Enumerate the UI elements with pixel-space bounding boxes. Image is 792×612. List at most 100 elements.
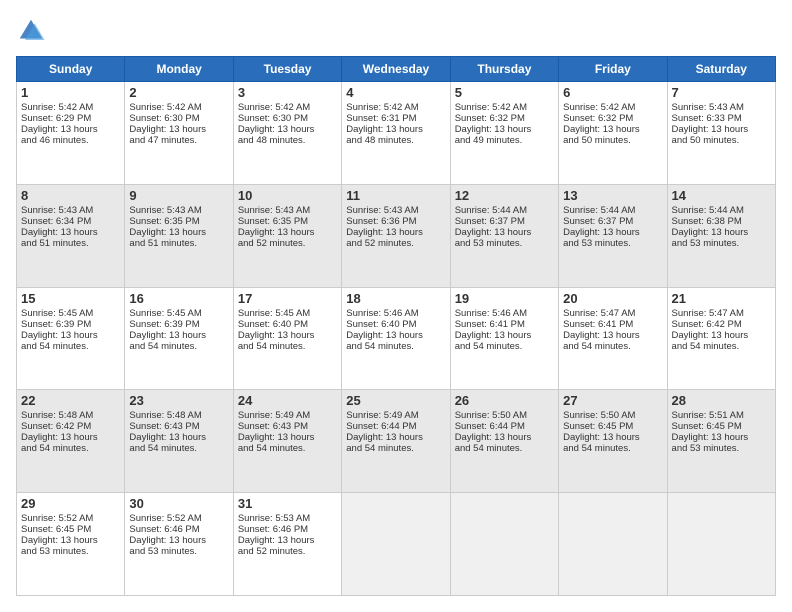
daylight: Daylight: 13 hours	[455, 330, 532, 341]
sunset: Sunset: 6:41 PM	[455, 319, 525, 330]
sunset: Sunset: 6:42 PM	[21, 421, 91, 432]
daylight: Daylight: 13 hours	[455, 227, 532, 238]
day-number: 1	[21, 85, 120, 100]
calendar-cell: 20Sunrise: 5:47 AMSunset: 6:41 PMDayligh…	[559, 287, 667, 390]
calendar-cell: 23Sunrise: 5:48 AMSunset: 6:43 PMDayligh…	[125, 390, 233, 493]
calendar-cell	[559, 493, 667, 596]
day-number: 25	[346, 393, 445, 408]
calendar-cell: 15Sunrise: 5:45 AMSunset: 6:39 PMDayligh…	[17, 287, 125, 390]
daylight-and: and 50 minutes.	[672, 135, 740, 146]
sunset: Sunset: 6:35 PM	[129, 216, 199, 227]
sunrise: Sunrise: 5:42 AM	[455, 102, 527, 113]
sunset: Sunset: 6:37 PM	[455, 216, 525, 227]
daylight: Daylight: 13 hours	[563, 124, 640, 135]
sunrise: Sunrise: 5:42 AM	[21, 102, 93, 113]
sunrise: Sunrise: 5:52 AM	[21, 513, 93, 524]
sunrise: Sunrise: 5:44 AM	[563, 205, 635, 216]
calendar-cell: 10Sunrise: 5:43 AMSunset: 6:35 PMDayligh…	[233, 184, 341, 287]
calendar-cell: 12 Sunrise: 5:44 AMSunset: 6:37 PMDayligh…	[450, 184, 558, 287]
sunrise: Sunrise: 5:44 AM	[455, 205, 527, 216]
sunrise: Sunrise: 5:43 AM	[129, 205, 201, 216]
sunset: Sunset: 6:45 PM	[21, 524, 91, 535]
daylight: Daylight: 13 hours	[455, 432, 532, 443]
sunset: Sunset: 6:31 PM	[346, 113, 416, 124]
sunset: Sunset: 6:29 PM	[21, 113, 91, 124]
day-number: 31	[238, 496, 337, 511]
day-number: 20	[563, 291, 662, 306]
daylight: Daylight: 13 hours	[129, 124, 206, 135]
sunset: Sunset: 6:32 PM	[455, 113, 525, 124]
daylight-and: and 51 minutes.	[21, 238, 89, 249]
daylight: Daylight: 13 hours	[346, 330, 423, 341]
calendar-cell: 7Sunrise: 5:43 AMSunset: 6:33 PMDaylight…	[667, 82, 775, 185]
sunset: Sunset: 6:30 PM	[238, 113, 308, 124]
day-number: 5	[455, 85, 554, 100]
day-number: 2	[129, 85, 228, 100]
calendar-cell: 27Sunrise: 5:50 AMSunset: 6:45 PMDayligh…	[559, 390, 667, 493]
day-number: 12	[455, 188, 554, 203]
day-number: 6	[563, 85, 662, 100]
day-number: 19	[455, 291, 554, 306]
sunset: Sunset: 6:42 PM	[672, 319, 742, 330]
daylight-and: and 54 minutes.	[129, 341, 197, 352]
daylight: Daylight: 13 hours	[238, 124, 315, 135]
sunrise: Sunrise: 5:43 AM	[21, 205, 93, 216]
daylight: Daylight: 13 hours	[563, 227, 640, 238]
calendar-cell	[667, 493, 775, 596]
day-number: 7	[672, 85, 771, 100]
daylight: Daylight: 13 hours	[455, 124, 532, 135]
calendar-cell: 21Sunrise: 5:47 AMSunset: 6:42 PMDayligh…	[667, 287, 775, 390]
sunset: Sunset: 6:40 PM	[346, 319, 416, 330]
daylight-and: and 46 minutes.	[21, 135, 89, 146]
day-number: 26	[455, 393, 554, 408]
day-number: 10	[238, 188, 337, 203]
sunrise: Sunrise: 5:42 AM	[563, 102, 635, 113]
logo-icon	[16, 16, 46, 46]
sunrise: Sunrise: 5:42 AM	[129, 102, 201, 113]
sunset: Sunset: 6:34 PM	[21, 216, 91, 227]
calendar-header-thursday: Thursday	[450, 57, 558, 82]
daylight: Daylight: 13 hours	[238, 330, 315, 341]
calendar-header-tuesday: Tuesday	[233, 57, 341, 82]
calendar-cell: 30Sunrise: 5:52 AMSunset: 6:46 PMDayligh…	[125, 493, 233, 596]
daylight: Daylight: 13 hours	[21, 227, 98, 238]
day-number: 24	[238, 393, 337, 408]
sunset: Sunset: 6:43 PM	[129, 421, 199, 432]
sunset: Sunset: 6:44 PM	[455, 421, 525, 432]
sunrise: Sunrise: 5:53 AM	[238, 513, 310, 524]
daylight-and: and 54 minutes.	[455, 443, 523, 454]
sunrise: Sunrise: 5:46 AM	[455, 308, 527, 319]
sunset: Sunset: 6:38 PM	[672, 216, 742, 227]
calendar-cell: 2Sunrise: 5:42 AMSunset: 6:30 PMDaylight…	[125, 82, 233, 185]
sunrise: Sunrise: 5:43 AM	[346, 205, 418, 216]
calendar-cell: 22Sunrise: 5:48 AMSunset: 6:42 PMDayligh…	[17, 390, 125, 493]
sunrise: Sunrise: 5:47 AM	[672, 308, 744, 319]
daylight-and: and 53 minutes.	[672, 238, 740, 249]
daylight: Daylight: 13 hours	[672, 432, 749, 443]
calendar-week-row: 22Sunrise: 5:48 AMSunset: 6:42 PMDayligh…	[17, 390, 776, 493]
daylight-and: and 54 minutes.	[563, 443, 631, 454]
sunset: Sunset: 6:32 PM	[563, 113, 633, 124]
daylight: Daylight: 13 hours	[563, 330, 640, 341]
day-number: 4	[346, 85, 445, 100]
calendar-header-row: SundayMondayTuesdayWednesdayThursdayFrid…	[17, 57, 776, 82]
calendar-cell: 1Sunrise: 5:42 AMSunset: 6:29 PMDaylight…	[17, 82, 125, 185]
sunrise: Sunrise: 5:49 AM	[346, 410, 418, 421]
daylight: Daylight: 13 hours	[129, 227, 206, 238]
logo	[16, 16, 50, 46]
daylight-and: and 51 minutes.	[129, 238, 197, 249]
daylight-and: and 48 minutes.	[238, 135, 306, 146]
daylight-and: and 54 minutes.	[129, 443, 197, 454]
calendar-cell: 13Sunrise: 5:44 AMSunset: 6:37 PMDayligh…	[559, 184, 667, 287]
sunset: Sunset: 6:43 PM	[238, 421, 308, 432]
sunrise: Sunrise: 5:51 AM	[672, 410, 744, 421]
sunrise: Sunrise: 5:44 AM	[672, 205, 744, 216]
calendar-cell: 5 Sunrise: 5:42 AMSunset: 6:32 PMDaylight…	[450, 82, 558, 185]
daylight: Daylight: 13 hours	[672, 124, 749, 135]
daylight-and: and 54 minutes.	[21, 341, 89, 352]
day-number: 14	[672, 188, 771, 203]
calendar-cell: 17Sunrise: 5:45 AMSunset: 6:40 PMDayligh…	[233, 287, 341, 390]
daylight-and: and 47 minutes.	[129, 135, 197, 146]
daylight: Daylight: 13 hours	[129, 330, 206, 341]
daylight: Daylight: 13 hours	[238, 535, 315, 546]
